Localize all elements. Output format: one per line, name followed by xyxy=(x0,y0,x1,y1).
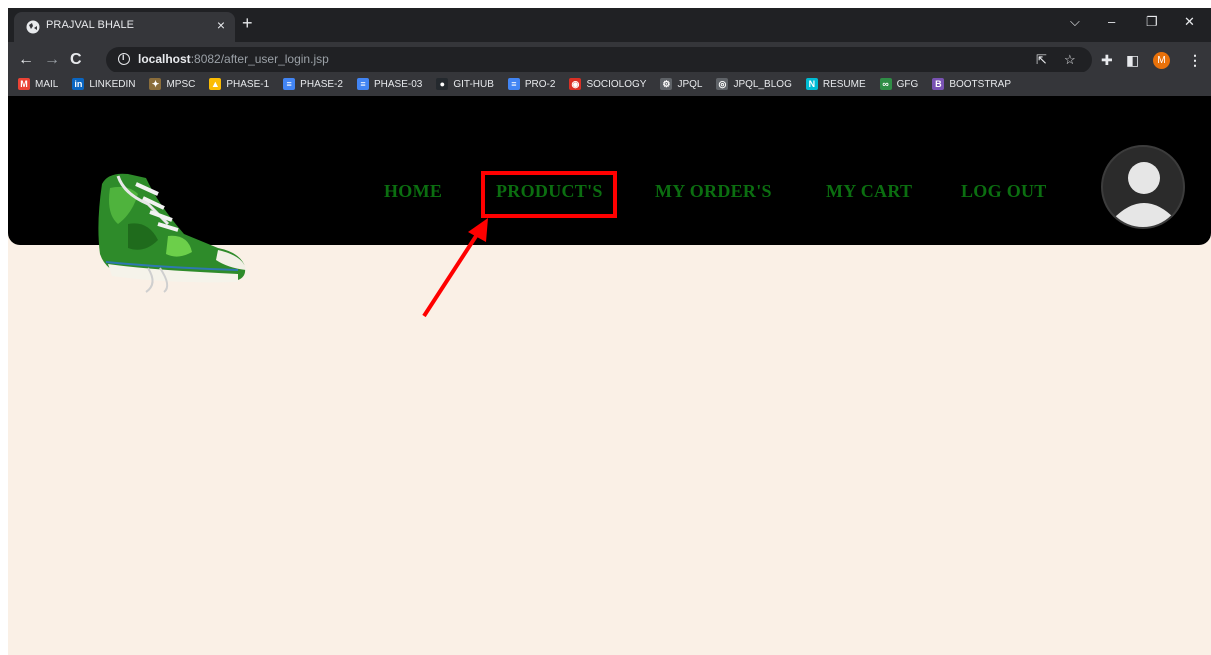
bookmark-label: PHASE-2 xyxy=(300,78,343,90)
bookmark-label: LINKEDIN xyxy=(89,78,136,90)
nav-my-orders[interactable]: MY ORDER'S xyxy=(655,181,772,202)
nav-home[interactable]: HOME xyxy=(384,181,442,202)
bookmark-linkedin[interactable]: in LINKEDIN xyxy=(72,78,135,90)
bookmark-gfg[interactable]: ∞ GFG xyxy=(879,78,919,90)
bookmark-jpql-blog[interactable]: ◎ JPQL_BLOG xyxy=(716,78,792,90)
bookmark-sociology[interactable]: ◉ SOCIOLOGY xyxy=(569,78,646,90)
gmail-icon: M xyxy=(18,78,30,90)
forward-icon[interactable]: → xyxy=(44,51,60,69)
globe-icon xyxy=(26,20,40,34)
jpql-icon: ⚙ xyxy=(660,78,673,90)
bookmark-label: GIT-HUB xyxy=(453,78,494,90)
bookmark-star-icon[interactable]: ☆ xyxy=(1064,52,1076,68)
profile-avatar[interactable]: M xyxy=(1153,52,1170,69)
docs-icon: ≡ xyxy=(356,78,369,90)
side-panel-icon[interactable]: ◧ xyxy=(1126,52,1139,68)
bookmark-label: MAIL xyxy=(35,78,59,90)
url-path: :8082/after_user_login.jsp xyxy=(190,52,329,66)
docs-icon: ≡ xyxy=(507,78,520,90)
bookmark-label: MPSC xyxy=(166,78,196,90)
tab-title: PRAJVAL BHALE xyxy=(46,19,135,31)
bookmark-resume[interactable]: N RESUME xyxy=(805,78,866,90)
bookmark-jpql[interactable]: ⚙ JPQL xyxy=(660,78,702,90)
emblem-icon: ✦ xyxy=(149,78,162,90)
annotation-highlight-box xyxy=(481,171,617,218)
bookmark-mail[interactable]: M MAIL xyxy=(18,78,58,90)
bookmarks-bar: M MAIL in LINKEDIN ✦ MPSC ▲ PHASE-1 ≡ PHASE-2 ≡ PHA… xyxy=(8,72,1211,96)
sneaker-logo[interactable] xyxy=(88,164,256,294)
restore-icon[interactable]: ❐ xyxy=(1146,14,1158,30)
url-text: localhost:8082/after_user_login.jsp xyxy=(138,52,329,66)
bookmark-mpsc[interactable]: ✦ MPSC xyxy=(149,78,195,90)
back-icon[interactable]: ← xyxy=(18,51,34,69)
bookmark-label: JPQL_BLOG xyxy=(733,78,792,90)
user-silhouette-icon xyxy=(1113,162,1175,227)
minimize-icon[interactable]: – xyxy=(1108,14,1115,29)
bookmark-pro-2[interactable]: ≡ PRO-2 xyxy=(507,78,556,90)
url-host: localhost xyxy=(138,52,191,66)
bookmark-label: BOOTSTRAP xyxy=(949,78,1011,90)
browser-window: PRAJVAL BHALE × + ⌵ – ❐ ✕ ← → C localhos… xyxy=(8,8,1211,655)
bookmark-phase-03[interactable]: ≡ PHASE-03 xyxy=(356,78,423,90)
resume-icon: N xyxy=(805,78,818,90)
gfg-icon: ∞ xyxy=(879,78,892,90)
new-tab-button[interactable]: + xyxy=(242,13,253,33)
browser-tab[interactable]: PRAJVAL BHALE × xyxy=(14,12,235,42)
bookmark-git-hub[interactable]: ● GIT-HUB xyxy=(436,78,494,90)
bookmark-label: PHASE-1 xyxy=(226,78,270,90)
bookmark-label: SOCIOLOGY xyxy=(586,78,647,90)
github-icon: ● xyxy=(436,78,449,90)
user-profile-avatar[interactable] xyxy=(1101,145,1185,229)
web-page: HOME PRODUCT'S MY ORDER'S MY CART LOG OU… xyxy=(8,96,1211,655)
bookmark-label: JPQL xyxy=(677,78,703,90)
linkedin-icon: in xyxy=(72,78,85,90)
globe-icon: ◎ xyxy=(716,78,729,90)
docs-icon: ≡ xyxy=(283,78,296,90)
bookmark-label: PRO-2 xyxy=(524,78,556,90)
address-bar[interactable]: localhost:8082/after_user_login.jsp ⇱ ☆ xyxy=(106,47,1092,73)
nav-log-out[interactable]: LOG OUT xyxy=(961,181,1047,202)
bookmark-phase-2[interactable]: ≡ PHASE-2 xyxy=(283,78,343,90)
bookmark-label: PHASE-03 xyxy=(373,78,423,90)
tab-close-icon[interactable]: × xyxy=(217,17,225,33)
sociology-icon: ◉ xyxy=(569,78,582,90)
reload-icon[interactable]: C xyxy=(70,51,82,69)
bookmark-bootstrap[interactable]: B BOOTSTRAP xyxy=(932,78,1011,90)
share-icon[interactable]: ⇱ xyxy=(1036,52,1047,68)
bookmark-label: RESUME xyxy=(822,78,866,90)
tab-strip: PRAJVAL BHALE × + ⌵ – ❐ ✕ xyxy=(8,8,1211,42)
site-info-icon[interactable] xyxy=(118,52,130,65)
tab-search-icon[interactable]: ⌵ xyxy=(1070,14,1080,30)
bookmark-phase-1[interactable]: ▲ PHASE-1 xyxy=(209,78,269,90)
menu-icon[interactable]: ⋮ xyxy=(1188,52,1202,68)
bookmark-label: GFG xyxy=(896,78,919,90)
nav-my-cart[interactable]: MY CART xyxy=(826,181,912,202)
annotation-arrow xyxy=(422,218,488,318)
close-window-icon[interactable]: ✕ xyxy=(1184,14,1195,30)
bootstrap-icon: B xyxy=(932,78,945,90)
drive-icon: ▲ xyxy=(209,78,222,90)
extensions-icon[interactable]: ✚ xyxy=(1101,52,1113,68)
